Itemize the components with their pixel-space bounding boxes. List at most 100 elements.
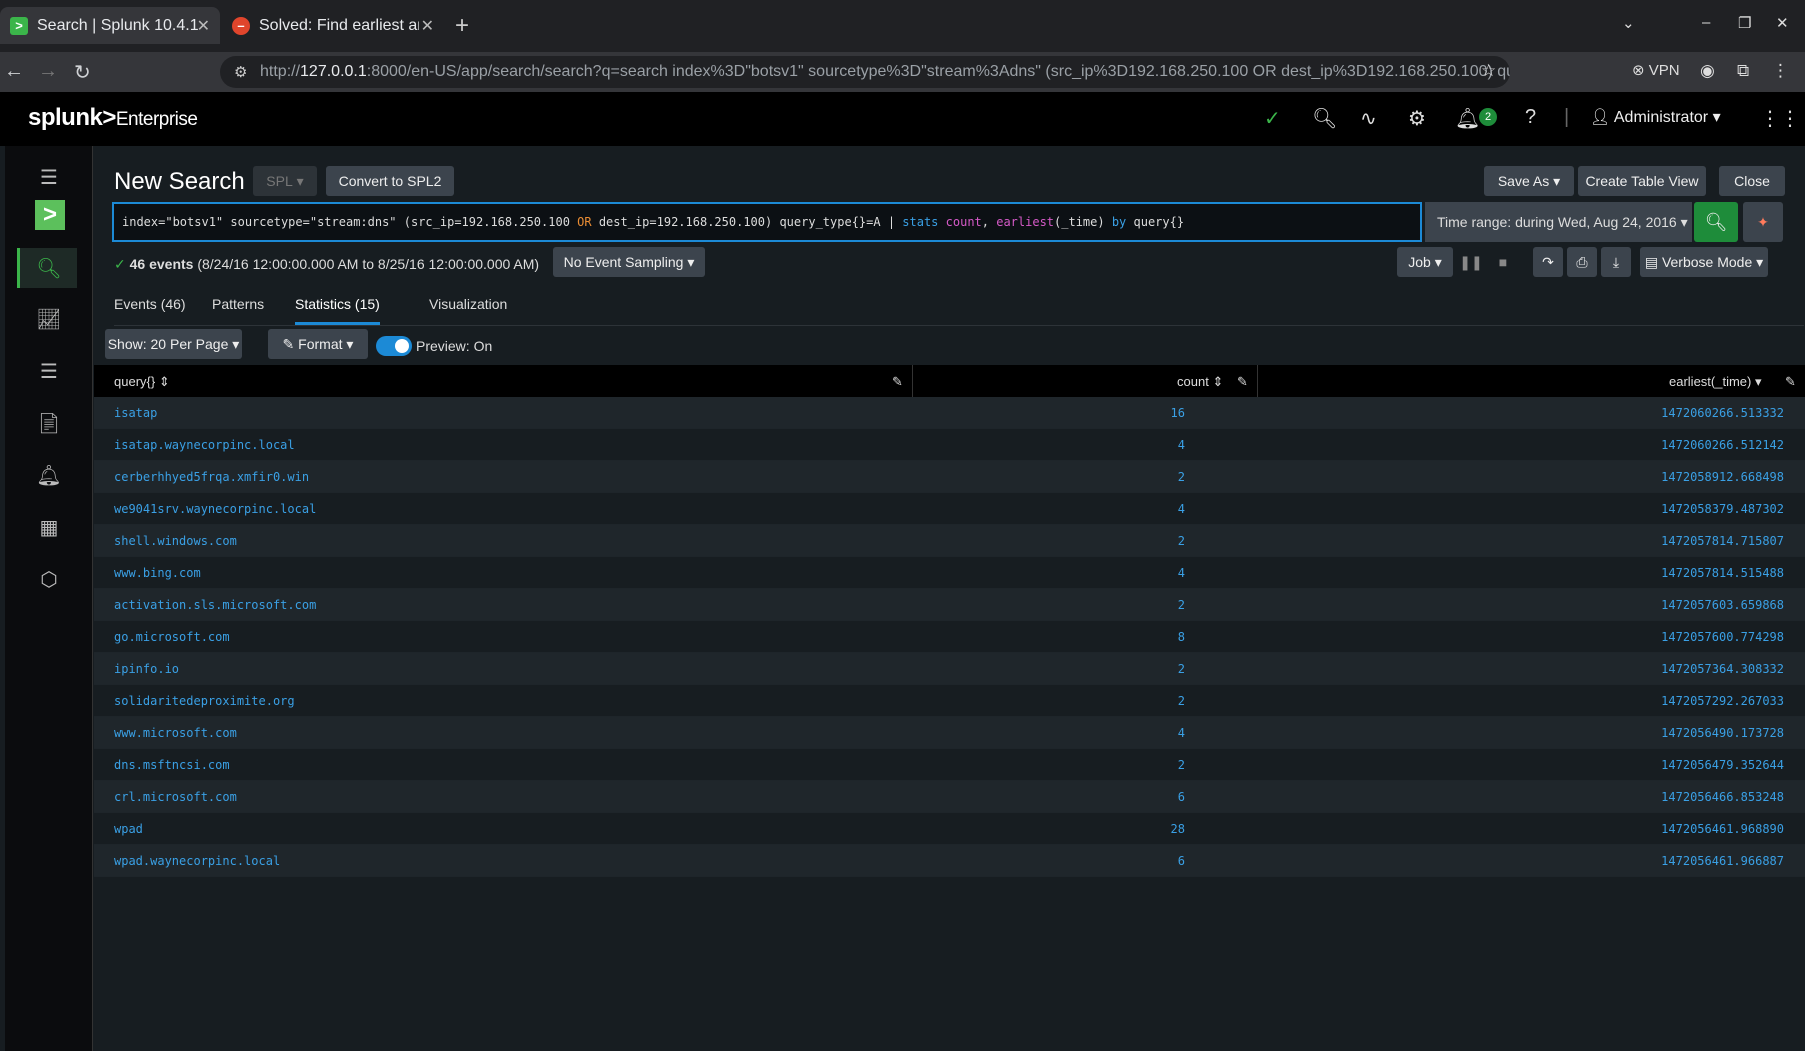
reload-icon[interactable]: ↻ xyxy=(74,60,91,85)
column-header-count[interactable]: count ⇕ xyxy=(1177,374,1223,390)
nav-alerts-icon[interactable]: 🔔︎ xyxy=(5,463,93,488)
cell-query[interactable]: wpad xyxy=(114,822,143,836)
cell-count[interactable]: 16 xyxy=(1171,406,1185,420)
health-check-icon[interactable]: ✓ xyxy=(1264,106,1281,131)
pause-icon[interactable]: ❚❚ xyxy=(1456,247,1486,277)
share-icon[interactable]: ↷ xyxy=(1533,247,1563,277)
cell-count[interactable]: 6 xyxy=(1178,854,1185,868)
nav-dashboards-icon[interactable]: ▦ xyxy=(5,515,93,540)
cell-count[interactable]: 4 xyxy=(1178,438,1185,452)
new-tab-icon[interactable]: + xyxy=(455,12,469,40)
edit-column-icon[interactable]: ✎ xyxy=(1237,374,1248,390)
cell-query[interactable]: activation.sls.microsoft.com xyxy=(114,598,316,612)
activity-icon[interactable]: ∿ xyxy=(1360,106,1377,131)
cell-query[interactable]: isatap xyxy=(114,406,157,420)
cell-earliest[interactable]: 1472056466.853248 xyxy=(1661,790,1784,804)
cell-earliest[interactable]: 1472058912.668498 xyxy=(1661,470,1784,484)
close-tab-icon[interactable]: ✕ xyxy=(421,16,434,36)
tab-visualization[interactable]: Visualization xyxy=(429,296,507,312)
tab-events[interactable]: Events (46) xyxy=(114,296,186,312)
forward-arrow-icon[interactable]: → xyxy=(38,60,58,83)
format-dropdown[interactable]: ✎ Format ▾ xyxy=(268,329,368,359)
stop-icon[interactable]: ■ xyxy=(1488,247,1518,277)
user-menu[interactable]: 👤︎ Administrator ▾ xyxy=(1590,107,1721,127)
time-range-picker[interactable]: Time range: during Wed, Aug 24, 2016 ▾ xyxy=(1425,202,1692,242)
search-query-input[interactable]: index="botsv1" sourcetype="stream:dns" (… xyxy=(112,202,1422,242)
nav-datasets-icon[interactable]: ☰ xyxy=(5,359,93,384)
cell-count[interactable]: 6 xyxy=(1178,790,1185,804)
close-window-icon[interactable]: ✕ xyxy=(1776,14,1789,32)
cell-earliest[interactable]: 1472057292.267033 xyxy=(1661,694,1784,708)
save-as-button[interactable]: Save As ▾ xyxy=(1484,166,1574,196)
bell-icon[interactable]: 🔔︎ xyxy=(1455,106,1480,131)
cell-earliest[interactable]: 1472060266.513332 xyxy=(1661,406,1784,420)
cell-query[interactable]: we9041srv.waynecorpinc.local xyxy=(114,502,316,516)
column-header-earliest[interactable]: earliest(_time) ▾ xyxy=(1669,374,1762,390)
vpn-indicator[interactable]: ⊗ VPN xyxy=(1632,61,1680,79)
cell-earliest[interactable]: 1472057603.659868 xyxy=(1661,598,1784,612)
cell-count[interactable]: 2 xyxy=(1178,758,1185,772)
cell-query[interactable]: crl.microsoft.com xyxy=(114,790,237,804)
cell-query[interactable]: go.microsoft.com xyxy=(114,630,230,644)
cell-count[interactable]: 4 xyxy=(1178,726,1185,740)
cell-query[interactable]: isatap.waynecorpinc.local xyxy=(114,438,295,452)
close-tab-icon[interactable]: ✕ xyxy=(197,16,210,36)
cell-earliest[interactable]: 1472056479.352644 xyxy=(1661,758,1784,772)
cell-earliest[interactable]: 1472057364.308332 xyxy=(1661,662,1784,676)
convert-spl2-button[interactable]: Convert to SPL2 xyxy=(326,166,454,196)
search-submit-button[interactable]: 🔍︎ xyxy=(1694,202,1738,242)
cell-count[interactable]: 4 xyxy=(1178,502,1185,516)
edit-column-icon[interactable]: ✎ xyxy=(892,374,903,390)
cell-query[interactable]: cerberhhyed5frqa.xmfir0.win xyxy=(114,470,309,484)
cell-query[interactable]: www.bing.com xyxy=(114,566,201,580)
settings-gear-icon[interactable]: ⚙ xyxy=(1408,106,1426,131)
extensions-icon[interactable]: ⧉ xyxy=(1737,61,1749,81)
nav-search-icon[interactable]: 🔍︎ xyxy=(5,256,93,281)
cell-count[interactable]: 2 xyxy=(1178,694,1185,708)
search-mode-dropdown[interactable]: ▤ Verbose Mode ▾ xyxy=(1640,247,1768,277)
cell-earliest[interactable]: 1472057814.715807 xyxy=(1661,534,1784,548)
search-icon[interactable]: 🔍︎ xyxy=(1312,106,1337,131)
cell-query[interactable]: www.microsoft.com xyxy=(114,726,237,740)
close-button[interactable]: Close xyxy=(1719,166,1785,196)
event-sampling-dropdown[interactable]: No Event Sampling ▾ xyxy=(553,247,705,277)
cell-earliest[interactable]: 1472057600.774298 xyxy=(1661,630,1784,644)
nav-analytics-icon[interactable]: 📈︎ xyxy=(5,307,93,332)
restore-icon[interactable]: ❐ xyxy=(1738,14,1751,32)
url-input[interactable]: ⚙ http://127.0.0.1:8000/en-US/app/search… xyxy=(220,56,1510,88)
cell-count[interactable]: 8 xyxy=(1178,630,1185,644)
cell-earliest[interactable]: 1472056461.966887 xyxy=(1661,854,1784,868)
site-info-icon[interactable]: ⚙ xyxy=(234,63,247,81)
browser-tab-splunk[interactable]: > Search | Splunk 10.4.1 ✕ xyxy=(0,7,220,44)
browser-tab-solved[interactable]: – Solved: Find earliest and l ✕ xyxy=(222,7,444,44)
cell-earliest[interactable]: 1472057814.515488 xyxy=(1661,566,1784,580)
help-icon[interactable]: ? xyxy=(1525,106,1536,129)
cell-earliest[interactable]: 1472056461.968890 xyxy=(1661,822,1784,836)
cell-query[interactable]: wpad.waynecorpinc.local xyxy=(114,854,280,868)
per-page-dropdown[interactable]: Show: 20 Per Page ▾ xyxy=(105,329,242,359)
cell-query[interactable]: shell.windows.com xyxy=(114,534,237,548)
tab-statistics[interactable]: Statistics (15) xyxy=(295,296,380,325)
hamburger-menu-icon[interactable]: ☰ xyxy=(5,165,93,190)
column-header-query[interactable]: query{} ⇕ xyxy=(114,374,170,390)
create-table-view-button[interactable]: Create Table View xyxy=(1578,166,1706,196)
cell-query[interactable]: solidaritedeproximite.org xyxy=(114,694,295,708)
minimize-icon[interactable]: – xyxy=(1702,14,1710,31)
profile-icon[interactable]: ◉ xyxy=(1700,61,1715,81)
browser-menu-icon[interactable]: ⋮ xyxy=(1772,61,1789,81)
job-dropdown[interactable]: Job ▾ xyxy=(1397,247,1453,277)
cell-query[interactable]: dns.msftncsi.com xyxy=(114,758,230,772)
tab-patterns[interactable]: Patterns xyxy=(212,296,264,312)
cell-count[interactable]: 2 xyxy=(1178,470,1185,484)
print-icon[interactable]: ⎙ xyxy=(1567,247,1597,277)
back-arrow-icon[interactable]: ← xyxy=(4,60,24,83)
cell-earliest[interactable]: 1472056490.173728 xyxy=(1661,726,1784,740)
edit-column-icon[interactable]: ✎ xyxy=(1785,374,1796,390)
language-dropdown[interactable]: SPL ▾ xyxy=(253,166,317,196)
cell-query[interactable]: ipinfo.io xyxy=(114,662,179,676)
cell-count[interactable]: 4 xyxy=(1178,566,1185,580)
tab-list-chevron-icon[interactable]: ⌄ xyxy=(1622,14,1635,32)
cell-earliest[interactable]: 1472058379.487302 xyxy=(1661,502,1784,516)
export-icon[interactable]: ⤓ xyxy=(1601,247,1631,277)
ai-assistant-button[interactable]: ✦ xyxy=(1743,202,1783,242)
